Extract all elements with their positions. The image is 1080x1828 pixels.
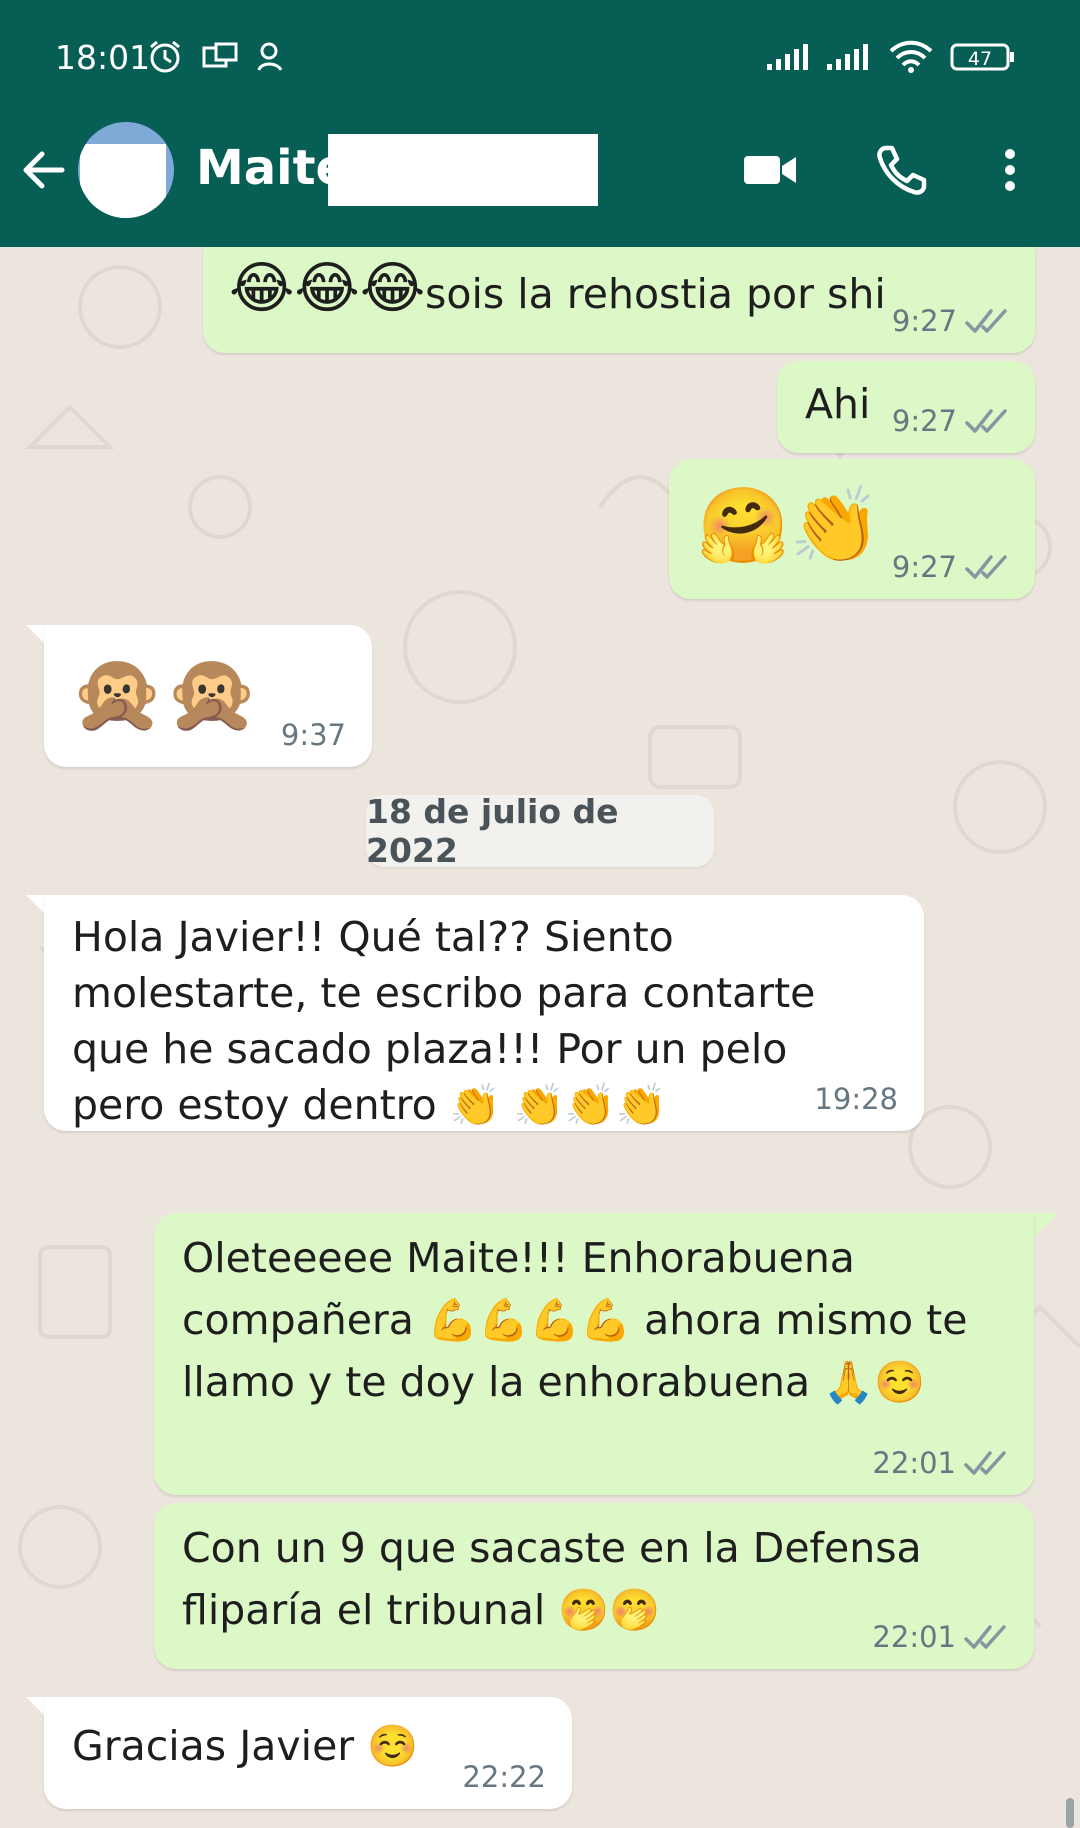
status-bar: 18:01 47: [0, 0, 1080, 110]
message-bubble-outgoing[interactable]: 😂😂😂 sois la rehostia por shi 9:27: [203, 247, 1035, 353]
message-bubble-outgoing[interactable]: 🤗👏 9:27: [669, 459, 1035, 599]
signal-icon: [824, 40, 876, 74]
battery-icon: 47: [950, 40, 1016, 74]
notification-icon: [200, 40, 240, 74]
message-meta: 9:27: [892, 402, 1009, 441]
double-check-icon: [964, 1451, 1006, 1476]
scrollbar[interactable]: [1066, 1798, 1074, 1828]
alarm-icon: [145, 40, 185, 74]
location-icon: [252, 40, 292, 74]
message-time: 9:27: [891, 303, 957, 338]
back-arrow-icon[interactable]: [18, 144, 70, 196]
message-text: sois la rehostia por shi: [425, 270, 886, 318]
message-bubble-incoming[interactable]: Hola Javier!! Qué tal?? Siento molestart…: [44, 895, 924, 1131]
message-time: 22:22: [462, 1759, 546, 1794]
message-emoji: 🤗👏: [697, 483, 882, 569]
message-emoji: 🙊🙊: [70, 648, 260, 737]
message-text: Oleteeeee Maite!!! Enhorabuena compañera…: [182, 1234, 968, 1406]
message-text: Con un 9 que sacaste en la Defensa flipa…: [182, 1524, 922, 1634]
wifi-icon: [886, 40, 936, 74]
message-time: 9:37: [280, 717, 346, 752]
video-call-icon[interactable]: [740, 140, 800, 200]
message-meta: 19:28: [814, 1080, 898, 1119]
double-check-icon: [965, 409, 1007, 434]
message-time: 19:28: [814, 1081, 898, 1116]
message-emoji: 😂😂😂: [229, 256, 426, 321]
double-check-icon: [965, 309, 1007, 334]
message-meta: 22:22: [462, 1758, 546, 1797]
double-check-icon: [964, 1625, 1006, 1650]
message-bubble-incoming[interactable]: 🙊🙊 9:37: [44, 625, 372, 767]
double-check-icon: [965, 555, 1007, 580]
message-meta: 9:37: [281, 716, 346, 755]
contact-name[interactable]: Maite: [196, 140, 348, 196]
message-text: Gracias Javier ☺️: [72, 1722, 419, 1770]
message-time: 9:27: [891, 549, 957, 584]
status-time: 18:01: [55, 38, 151, 77]
message-bubble-outgoing[interactable]: Con un 9 que sacaste en la Defensa flipa…: [154, 1503, 1034, 1669]
top-bar: 18:01 47 Maite: [0, 0, 1080, 247]
message-bubble-incoming[interactable]: Gracias Javier ☺️ 22:22: [44, 1697, 572, 1809]
message-time: 22:01: [872, 1619, 956, 1654]
message-bubble-outgoing[interactable]: Ahi 9:27: [777, 361, 1035, 453]
chat-area[interactable]: 😂😂😂 sois la rehostia por shi 9:27 Ahi 9:…: [0, 247, 1080, 1828]
message-time: 22:01: [872, 1445, 956, 1480]
signal-icon: [764, 40, 816, 74]
message-meta: 9:27: [892, 548, 1009, 587]
more-vert-icon[interactable]: [990, 140, 1030, 200]
message-bubble-outgoing[interactable]: Oleteeeee Maite!!! Enhorabuena compañera…: [154, 1213, 1034, 1495]
message-meta: 22:01: [872, 1444, 1008, 1483]
message-meta: 9:27: [892, 302, 1009, 341]
battery-level: 47: [968, 48, 992, 70]
redacted-surname: [328, 134, 598, 206]
app-bar: Maite: [0, 110, 1080, 247]
message-text: Hola Javier!! Qué tal?? Siento molestart…: [72, 913, 816, 1129]
avatar[interactable]: [78, 122, 174, 218]
message-meta: 22:01: [872, 1618, 1008, 1657]
message-text: Ahi: [805, 380, 871, 428]
phone-icon[interactable]: [872, 140, 932, 200]
message-time: 9:27: [891, 403, 957, 438]
date-separator: 18 de julio de 2022: [366, 792, 714, 870]
